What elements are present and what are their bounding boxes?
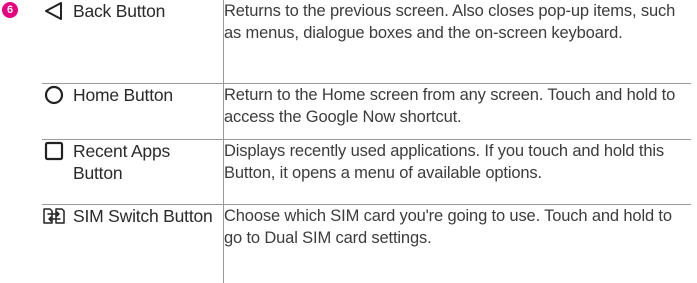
recent-apps-square-icon — [42, 140, 66, 162]
step-number-marker: 6 — [2, 2, 18, 18]
key-name: SIM Switch Button — [73, 205, 213, 226]
key-name-cell: Back Button — [42, 0, 224, 84]
button-description-table: Back Button Returns to the previous scre… — [42, 0, 691, 283]
key-name-cell: SIM Switch Button — [42, 204, 224, 283]
table-row: Back Button Returns to the previous scre… — [42, 0, 691, 84]
key-name-cell: Home Button — [42, 83, 224, 140]
home-circle-icon — [42, 84, 66, 106]
key-description: Returns to the previous screen. Also clo… — [224, 2, 676, 42]
table-row: Home Button Return to the Home screen fr… — [42, 83, 691, 140]
key-description-cell: Returns to the previous screen. Also clo… — [223, 0, 691, 84]
key-description: Return to the Home screen from any scree… — [224, 85, 676, 126]
key-description: Displays recently used applications. If … — [224, 141, 664, 182]
table-row: Recent Apps Button Displays recently use… — [42, 139, 691, 205]
key-description-cell: Displays recently used applications. If … — [223, 139, 691, 205]
key-name: Back Button — [73, 1, 166, 21]
key-description: Choose which SIM card you're going to us… — [224, 206, 672, 247]
key-description-cell: Return to the Home screen from any scree… — [223, 83, 691, 140]
key-name: Home Button — [73, 84, 173, 105]
key-name-cell: Recent Apps Button — [42, 139, 224, 205]
key-description-cell: Choose which SIM card you're going to us… — [223, 204, 691, 283]
back-triangle-icon — [42, 0, 66, 22]
table-row: SIM Switch Button Choose which SIM card … — [42, 204, 691, 283]
sim-switch-icon — [42, 205, 66, 227]
key-name: Recent Apps Button — [73, 140, 171, 183]
